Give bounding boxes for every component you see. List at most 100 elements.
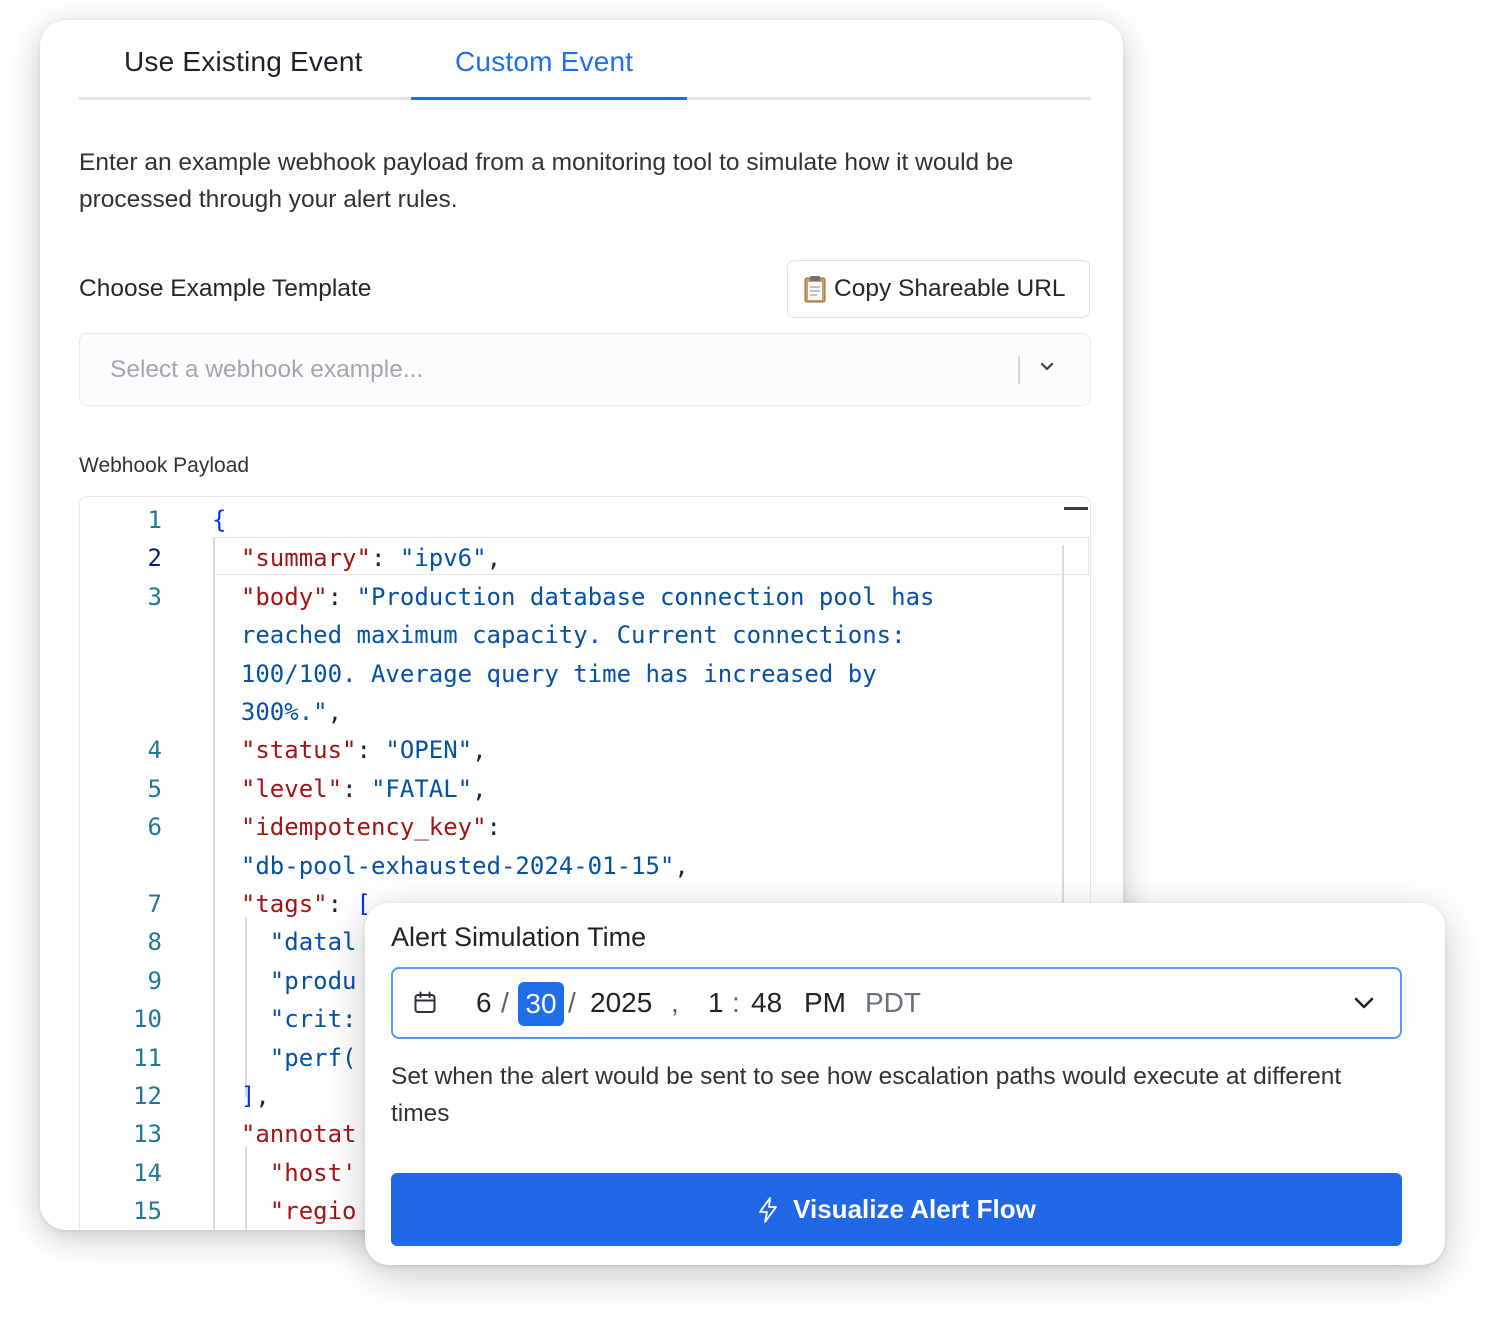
code-text: "crit:: [212, 1000, 357, 1038]
lightning-icon: [759, 1196, 778, 1223]
active-tab-indicator: [411, 97, 687, 100]
code-text: "produ: [212, 962, 357, 1000]
code-line: "db-pool-exhausted-2024-01-15",: [80, 847, 1060, 885]
line-number: 14: [133, 1158, 162, 1187]
code-token: "idempotency_key": [240, 813, 487, 842]
date-separator: /: [501, 987, 509, 1018]
code-text: "annotat: [212, 1115, 357, 1153]
line-number: 7: [147, 890, 162, 918]
code-token: "ipv6": [399, 544, 487, 573]
code-token: :: [327, 582, 357, 611]
line-number: 15: [133, 1197, 162, 1226]
code-token: "status": [240, 736, 357, 765]
date-separator: /: [568, 987, 576, 1018]
line-number: 12: [133, 1082, 162, 1110]
hour-segment[interactable]: 1: [708, 987, 724, 1019]
code-token: ]: [240, 1082, 256, 1110]
code-token: :: [370, 544, 400, 573]
code-token: "host': [269, 1158, 357, 1187]
year-segment[interactable]: 2025: [590, 987, 652, 1019]
tab-use-existing-event[interactable]: Use Existing Event: [124, 46, 363, 78]
code-line: 5 "level": "FATAL",: [80, 770, 1060, 808]
code-token: "crit:: [269, 1005, 357, 1034]
code-line: 4 "status": "OPEN",: [80, 731, 1060, 769]
webhook-example-select[interactable]: Select a webhook example...: [79, 333, 1091, 406]
timezone-label: PDT: [865, 987, 921, 1018]
code-token: ,: [472, 774, 487, 803]
tab-custom-event[interactable]: Custom Event: [455, 46, 633, 78]
day-segment[interactable]: 30: [518, 982, 564, 1026]
code-token: ,: [472, 736, 487, 765]
ampm-segment[interactable]: PM: [804, 987, 846, 1019]
line-number: 8: [147, 928, 162, 957]
copy-button-label: Copy Shareable URL: [834, 275, 1066, 302]
code-token: ,: [255, 1082, 270, 1110]
code-text: 100/100. Average query time has increase…: [212, 655, 877, 693]
code-text: "host': [212, 1154, 357, 1192]
visualize-button-label: Visualize Alert Flow: [793, 1194, 1036, 1224]
time-separator: :: [732, 987, 740, 1018]
clipboard-icon: [804, 276, 826, 303]
month-segment[interactable]: 6: [476, 987, 492, 1019]
code-token: ,: [674, 851, 689, 880]
code-token: 300%.": [212, 698, 328, 726]
chevron-down-icon: [1040, 362, 1054, 371]
code-line: 100/100. Average query time has increase…: [80, 655, 1060, 693]
line-number: 10: [133, 1005, 162, 1034]
code-text: 300%.",: [212, 693, 342, 731]
code-token: "level": [240, 774, 343, 803]
code-token: "annotat: [240, 1120, 357, 1149]
code-token: ,: [327, 698, 343, 726]
code-token: "db-pool-exhausted-2024-01-15": [212, 851, 675, 880]
code-token: "body": [240, 582, 328, 611]
chevron-down-icon[interactable]: [1353, 995, 1375, 1011]
line-number: 6: [147, 813, 162, 842]
code-text: "idempotency_key":: [212, 808, 501, 846]
select-placeholder: Select a webhook example...: [110, 356, 424, 383]
code-text: "summary": "ipv6",: [212, 539, 501, 577]
code-token: 100/100. Average query time has increase…: [212, 659, 877, 688]
line-number: 4: [147, 736, 162, 765]
datetime-picker[interactable]: 6 / 30 / 2025 , 1 : 48 PM PDT: [391, 967, 1402, 1039]
code-token: :: [356, 736, 386, 765]
code-text: "body": "Production database connection …: [212, 578, 935, 616]
code-token: :: [486, 813, 501, 842]
code-line: 1{: [80, 501, 1060, 539]
visualize-alert-flow-button[interactable]: Visualize Alert Flow: [391, 1173, 1402, 1246]
event-tabs: Use Existing Event Custom Event: [79, 20, 1091, 100]
simulation-help-text: Set when the alert would be sent to see …: [391, 1063, 1342, 1127]
select-divider: [1018, 356, 1020, 384]
editor-scrollbar-marker: [1064, 507, 1088, 510]
code-token: "Production database connection pool has: [356, 582, 935, 611]
code-token: "OPEN": [385, 736, 473, 765]
code-text: "datal: [212, 923, 357, 961]
code-text: "level": "FATAL",: [212, 770, 487, 808]
line-number: 1: [147, 506, 162, 534]
code-line: 6 "idempotency_key":: [80, 808, 1060, 846]
code-token: "regio: [269, 1197, 357, 1226]
line-number: 2: [147, 544, 162, 573]
line-number: 5: [147, 774, 162, 803]
code-text: {: [212, 501, 226, 539]
code-text: "db-pool-exhausted-2024-01-15",: [212, 847, 689, 885]
simulation-title: Alert Simulation Time: [391, 922, 647, 952]
copy-shareable-url-button[interactable]: Copy Shareable URL: [787, 260, 1090, 318]
code-line: reached maximum capacity. Current connec…: [80, 616, 1060, 654]
template-label: Choose Example Template: [79, 275, 372, 302]
minute-segment[interactable]: 48: [751, 987, 782, 1019]
code-token: "datal: [269, 928, 357, 957]
code-text: ],: [212, 1077, 270, 1115]
code-token: ,: [486, 544, 502, 573]
